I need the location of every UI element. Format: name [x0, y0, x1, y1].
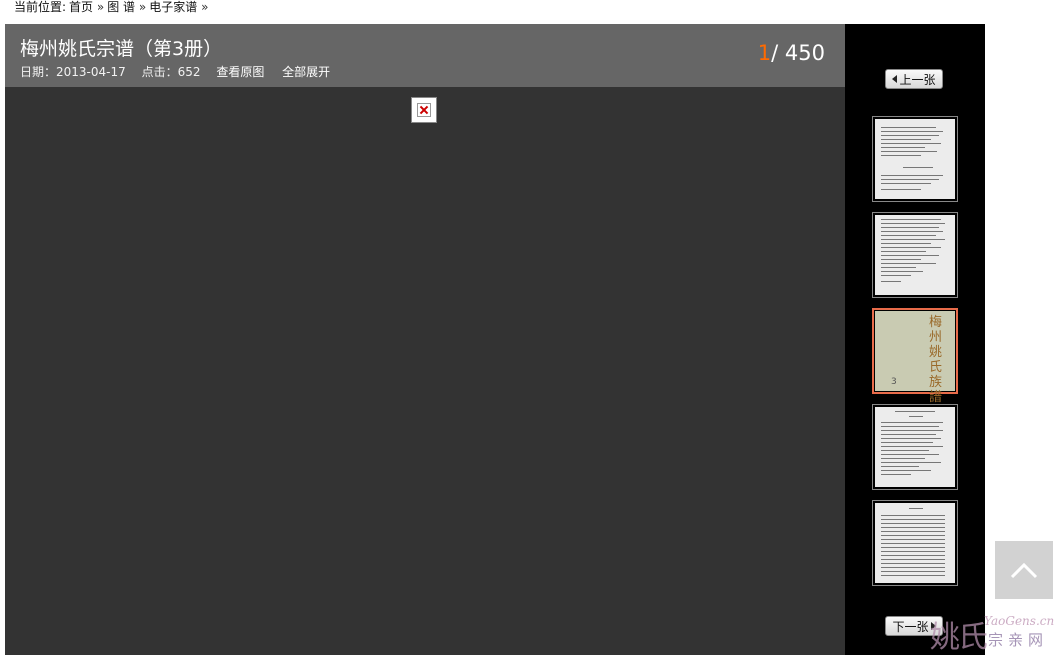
thumbnail-page-image: [875, 215, 955, 295]
prev-button-label: 上一张: [899, 72, 936, 87]
breadcrumb-home-link[interactable]: 首页: [69, 0, 93, 14]
breadcrumb: 当前位置: 首页 » 图 谱 » 电子家谱 »: [14, 0, 211, 20]
breadcrumb-label: 当前位置:: [14, 0, 67, 14]
total-pages: / 450: [771, 41, 825, 65]
thumbnail-page-image: [875, 407, 955, 487]
cover-volume-number: 3: [891, 377, 897, 387]
hits-text: 点击：652: [141, 65, 201, 79]
breadcrumb-separator: »: [138, 0, 147, 14]
thumbnail-sidebar: 上一张 梅州姚氏族譜 3 下一张: [845, 24, 985, 655]
page-counter: 1/ 450: [758, 41, 825, 65]
book-cover-image: 梅州姚氏族譜 3: [875, 311, 955, 405]
breadcrumb-ebook-link[interactable]: 电子家谱: [149, 0, 197, 14]
image-viewer: 梅州姚氏宗谱（第3册） 日期：2013-04-17 点击：652 查看原图 全部…: [5, 24, 845, 655]
site-watermark-logo: 姚氏 YaoGens.cn 宗亲网: [930, 612, 1059, 655]
thumbnail-2[interactable]: [872, 212, 958, 298]
watermark-small-text: 宗亲网: [988, 631, 1049, 649]
thumbnail-5[interactable]: [872, 500, 958, 586]
chevron-up-icon: [1010, 562, 1038, 579]
prev-button[interactable]: 上一张: [885, 69, 943, 89]
date-text: 日期：2013-04-17: [20, 65, 126, 79]
expand-all-link[interactable]: 全部展开: [282, 65, 330, 79]
thumbnail-page-image: [875, 119, 955, 199]
thumbnail-4[interactable]: [872, 404, 958, 490]
thumbnail-1[interactable]: [872, 116, 958, 202]
watermark-big-text: 姚氏: [930, 620, 988, 655]
view-original-link[interactable]: 查看原图: [216, 65, 264, 79]
watermark-url: YaoGens.cn: [984, 614, 1055, 628]
next-button-label: 下一张: [892, 619, 929, 634]
back-to-top-button[interactable]: [995, 541, 1053, 599]
viewer-header: 梅州姚氏宗谱（第3册） 日期：2013-04-17 点击：652 查看原图 全部…: [5, 24, 845, 87]
triangle-left-icon: [892, 75, 898, 83]
breadcrumb-atlas-link[interactable]: 图 谱: [107, 0, 135, 14]
current-page-number: 1: [757, 41, 772, 65]
broken-image-icon[interactable]: [411, 97, 437, 123]
breadcrumb-separator: »: [201, 0, 209, 14]
page-title: 梅州姚氏宗谱（第3册）: [20, 38, 223, 60]
cover-title: 梅州姚氏族譜: [929, 315, 943, 405]
thumbnail-3-active[interactable]: 梅州姚氏族譜 3: [872, 308, 958, 405]
viewer-meta: 日期：2013-04-17 点击：652 查看原图 全部展开: [20, 63, 344, 80]
breadcrumb-separator: »: [96, 0, 105, 14]
thumbnail-page-image: [875, 503, 955, 583]
